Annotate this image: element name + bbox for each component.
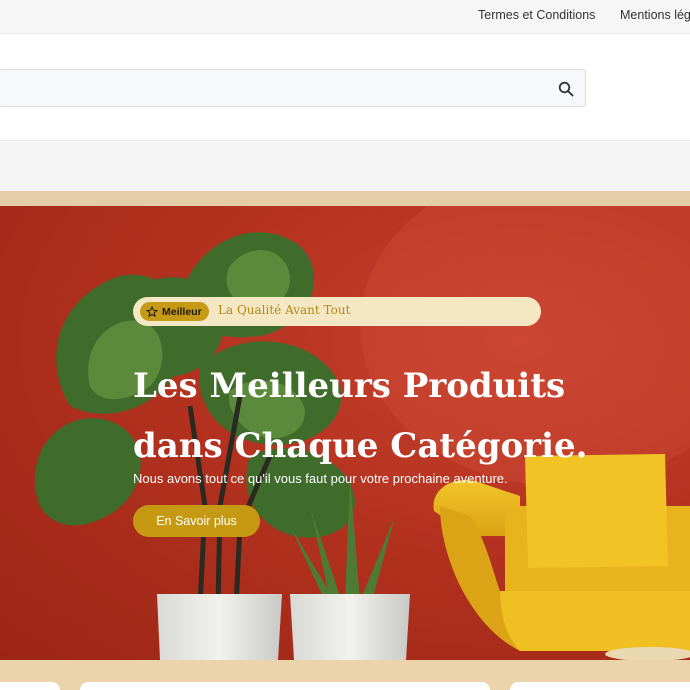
hero-top-border <box>0 191 690 206</box>
search-bar <box>0 69 586 107</box>
best-badge: Meilleur <box>140 302 209 321</box>
badge-label: Meilleur <box>162 305 202 318</box>
star-icon <box>146 305 158 317</box>
tagline-text: La Qualité Avant Tout <box>218 303 351 317</box>
hero-bottom-border <box>0 660 690 690</box>
tagline-pill: Meilleur La Qualité Avant Tout <box>133 297 541 326</box>
search-input[interactable] <box>9 78 529 98</box>
terms-link[interactable]: Termes et Conditions <box>478 8 595 22</box>
hero-title-line-2: dans Chaque Catégorie. <box>133 426 588 466</box>
navigation-band <box>0 142 690 191</box>
hero-title: Les Meilleurs Produits dans Chaque Catég… <box>133 356 673 476</box>
site-header <box>0 35 690 141</box>
hero-subtitle: Nous avons tout ce qu'il vous faut pour … <box>133 471 508 486</box>
legal-notice-link[interactable]: Mentions légales <box>620 8 690 22</box>
top-bar: Termes et Conditions Mentions légales <box>0 0 690 34</box>
hero-banner: Meilleur La Qualité Avant Tout Les Meill… <box>0 206 690 660</box>
card-top-right <box>510 682 690 690</box>
hero-title-line-1: Les Meilleurs Produits <box>133 366 566 406</box>
card-top-left <box>0 682 60 690</box>
card-top-center <box>80 682 490 690</box>
learn-more-button[interactable]: En Savoir plus <box>133 505 260 537</box>
search-icon[interactable] <box>558 81 574 97</box>
